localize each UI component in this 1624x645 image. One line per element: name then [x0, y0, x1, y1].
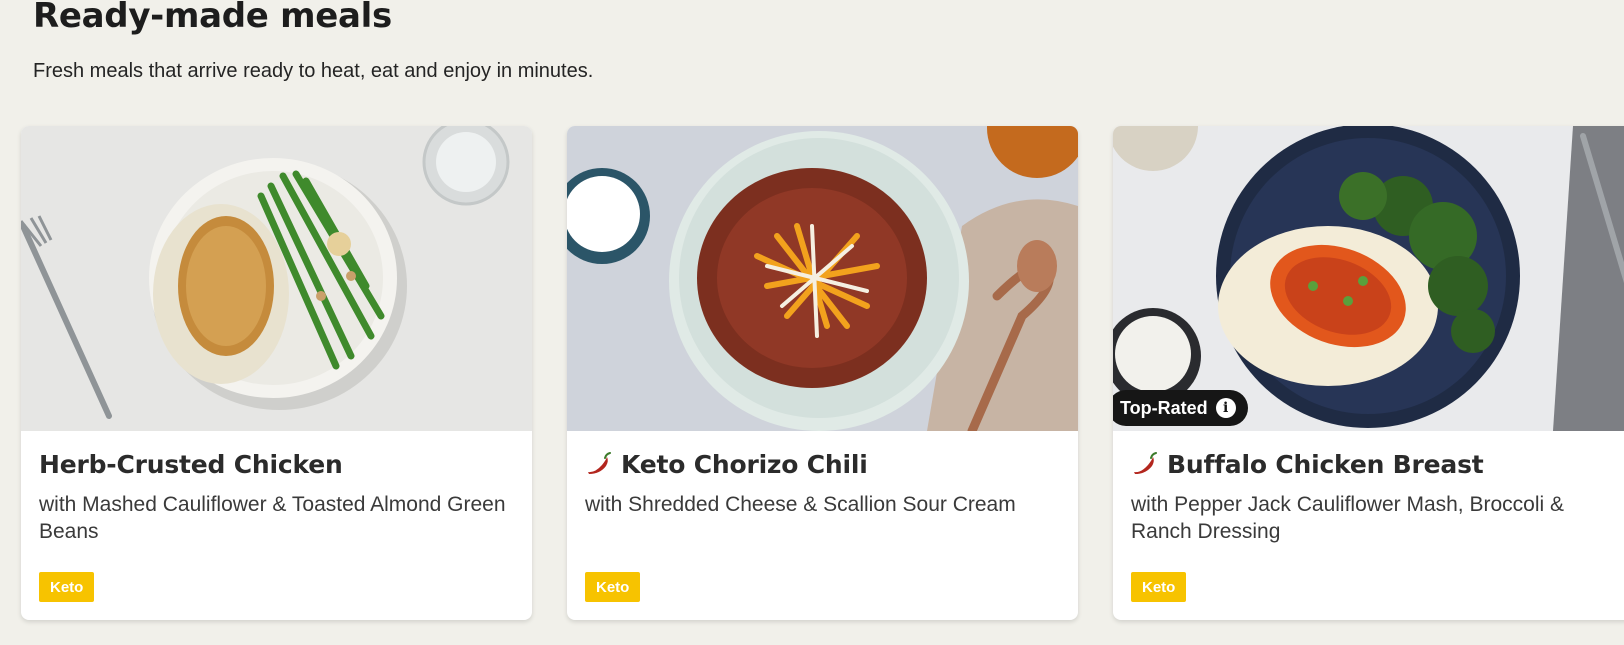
- name-row: Herb-Crusted Chicken: [39, 447, 518, 481]
- keto-tag: Keto: [585, 572, 641, 602]
- ready-made-meals-section: Ready-made meals Fresh meals that arrive…: [0, 0, 1624, 645]
- meal-name[interactable]: Herb-Crusted Chicken: [39, 450, 343, 479]
- meal-description: with Shredded Cheese & Scallion Sour Cre…: [585, 493, 1016, 516]
- meal-card-herb-crusted-chicken[interactable]: Herb-Crusted Chicken with Mashed Caulifl…: [21, 126, 532, 620]
- chili-pepper-icon: [588, 452, 611, 474]
- keto-tag: Keto: [39, 572, 95, 602]
- card-body: Keto Chorizo Chili with Shredded Cheese …: [585, 447, 1064, 518]
- meal-description: with Pepper Jack Cauliflower Mash, Brocc…: [1131, 493, 1565, 543]
- meal-card-buffalo-chicken-breast[interactable]: Top-Rated i Buffalo Chicken Breast with …: [1113, 126, 1624, 620]
- top-rated-badge[interactable]: Top-Rated i: [1113, 390, 1248, 426]
- meal-photo: [567, 126, 1078, 431]
- section-title: Ready-made meals: [33, 0, 392, 36]
- chili-pepper-icon: [1134, 452, 1157, 474]
- meal-name[interactable]: Keto Chorizo Chili: [621, 450, 868, 479]
- section-subtitle: Fresh meals that arrive ready to heat, e…: [33, 60, 594, 82]
- meal-card-keto-chorizo-chili[interactable]: Keto Chorizo Chili with Shredded Cheese …: [567, 126, 1078, 620]
- meal-name[interactable]: Buffalo Chicken Breast: [1167, 450, 1484, 479]
- name-row: Buffalo Chicken Breast: [1131, 447, 1619, 481]
- meal-photo: [21, 126, 532, 431]
- card-body: Herb-Crusted Chicken with Mashed Caulifl…: [39, 447, 518, 545]
- keto-tag: Keto: [1131, 572, 1187, 602]
- top-rated-label: Top-Rated: [1120, 397, 1208, 418]
- meal-photo: [1113, 126, 1624, 431]
- info-icon[interactable]: i: [1215, 398, 1236, 418]
- card-body: Buffalo Chicken Breast with Pepper Jack …: [1131, 447, 1619, 545]
- name-row: Keto Chorizo Chili: [585, 447, 1064, 481]
- meal-description: with Mashed Cauliflower & Toasted Almond…: [39, 493, 506, 543]
